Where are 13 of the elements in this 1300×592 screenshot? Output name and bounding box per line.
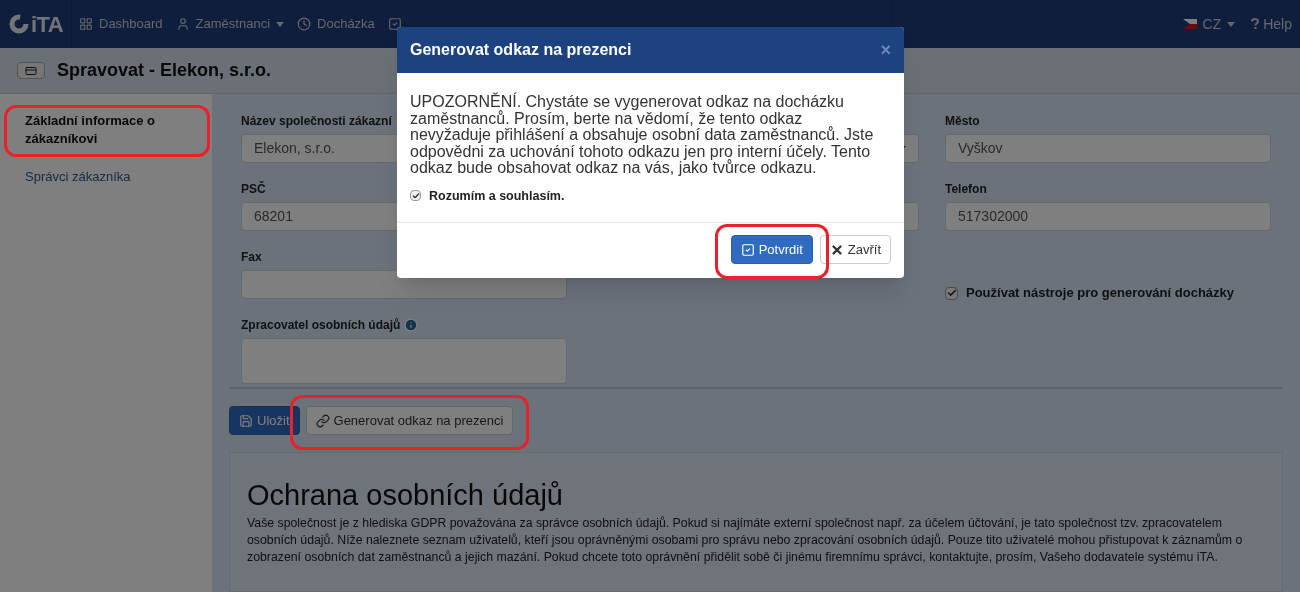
modal-title: Generovat odkaz na prezenci: [410, 40, 632, 60]
field-label: PSČ: [241, 180, 266, 198]
checkbox-label: Rozumím a souhlasím.: [429, 187, 565, 205]
privacy-heading: Ochrana osobních údajů: [247, 478, 564, 513]
field-label: Město: [945, 113, 980, 130]
field-label: Název společnosti zákazní: [241, 113, 392, 130]
privacy-text: Vaše společnost je z hlediska GDPR považována za správce osobních údajů. Pokud si najímáte externí společnost např. za účelem účtování, je tato společnost tzv. zpracovatelem osobních údajů. Níže naleznete seznam uživatelů, kteří jsou oprávněnými osobami pro správu nebo zpracování osobních údajů. Pouze tito uživatelé mohou přistupovat k záznamům o zobrazení osobních dat zaměstnanců a jejich mazání. Pokud chcete toto oprávnění přidělit sobě či jinému firemnímu správci, kontaktujte, prosím, Vašeho dodavatele systému iTA.: [247, 515, 1244, 566]
field-label: Fax: [241, 249, 262, 266]
field-label: Telefon: [945, 181, 987, 198]
warning-message: UPOZORNĚNÍ. Chystáte se vygenerovat odkaz na docházku zaměstnanců. Prosím, berte na vědomí, že tento odkaz nevyžaduje přihlášení a obsahuje osobní data zaměstnanců. Jste odpovědni za uchování tohoto odkazu jen pro interní účely. Tento odkaz bude obsahovat odkaz na vás, jako tvůrce odkazu.: [410, 94, 875, 177]
field-label: Zpracovatel osobních údajů: [241, 317, 401, 334]
page-title: Spravovat - Elekon, s.r.o.: [57, 59, 272, 82]
checkbox-label: Používat nástroje pro generování docházky: [966, 284, 1234, 303]
